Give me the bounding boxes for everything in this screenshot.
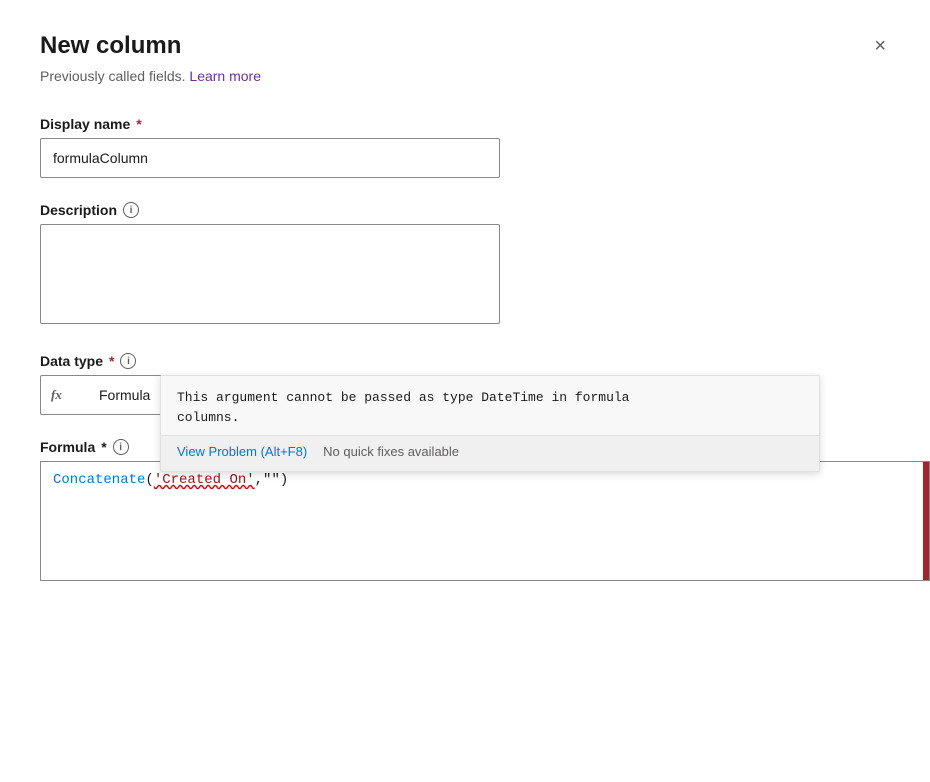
data-type-info-icon[interactable]: i (120, 353, 136, 369)
description-group: Description i (40, 202, 890, 329)
data-type-label: Data type * i (40, 353, 890, 369)
subtitle-text: Previously called fields. (40, 68, 186, 84)
data-type-label-text: Data type (40, 353, 103, 369)
description-label-text: Description (40, 202, 117, 218)
formula-content: Concatenate('Created On',"") (53, 472, 288, 488)
error-tooltip: This argument cannot be passed as type D… (160, 375, 820, 472)
display-name-label-text: Display name (40, 116, 130, 132)
error-actions: View Problem (Alt+F8) No quick fixes ava… (161, 435, 819, 471)
error-line-1: This argument cannot be passed as type D… (177, 388, 803, 408)
data-type-value: Formula (99, 387, 150, 403)
data-type-wrapper: Data type * i fx Formula This argument c… (40, 353, 890, 415)
no-fixes-text: No quick fixes available (323, 444, 459, 459)
close-icon: × (874, 36, 886, 56)
learn-more-link[interactable]: Learn more (189, 68, 261, 84)
formula-comma-quote: ,"") (255, 472, 289, 488)
display-name-required: * (136, 116, 141, 132)
error-message: This argument cannot be passed as type D… (161, 376, 819, 435)
formula-required: * (101, 439, 106, 455)
view-problem-link[interactable]: View Problem (Alt+F8) (177, 444, 307, 459)
display-name-input[interactable] (40, 138, 500, 178)
display-name-group: Display name * (40, 116, 890, 178)
formula-error-bar (923, 462, 929, 580)
description-input[interactable] (40, 224, 500, 324)
formula-info-icon[interactable]: i (113, 439, 129, 455)
data-type-required: * (109, 353, 114, 369)
display-name-label: Display name * (40, 116, 890, 132)
dialog-header: New column × (40, 32, 890, 60)
formula-string: 'Created On' (154, 472, 255, 488)
formula-label-text: Formula (40, 439, 95, 455)
error-line-2: columns. (177, 408, 803, 428)
fx-icon: fx (51, 387, 62, 403)
formula-keyword: Concatenate (53, 472, 145, 488)
subtitle: Previously called fields. Learn more (40, 68, 890, 84)
description-label: Description i (40, 202, 890, 218)
formula-editor[interactable]: Concatenate('Created On',"") (40, 461, 930, 581)
dialog-title: New column (40, 32, 181, 60)
data-type-container: fx Formula This argument cannot be passe… (40, 375, 500, 415)
new-column-dialog: New column × Previously called fields. L… (0, 0, 930, 782)
formula-open-paren: ( (145, 472, 153, 488)
description-info-icon[interactable]: i (123, 202, 139, 218)
close-button[interactable]: × (870, 32, 890, 60)
